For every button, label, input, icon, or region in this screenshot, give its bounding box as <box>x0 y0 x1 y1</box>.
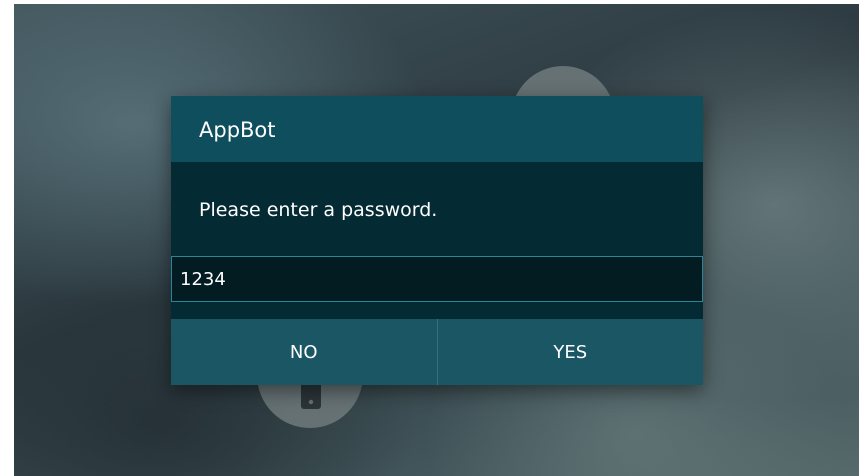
dialog-title: AppBot <box>199 118 276 142</box>
password-input[interactable] <box>171 256 703 302</box>
dialog-body: Please enter a password. <box>171 162 703 319</box>
yes-button[interactable]: YES <box>438 319 704 385</box>
no-button[interactable]: NO <box>171 319 437 385</box>
dialog-button-bar: NO YES <box>171 319 703 385</box>
dialog-header: AppBot <box>171 96 703 162</box>
dialog-message: Please enter a password. <box>199 199 438 221</box>
password-dialog: AppBot Please enter a password. NO YES <box>171 96 703 385</box>
